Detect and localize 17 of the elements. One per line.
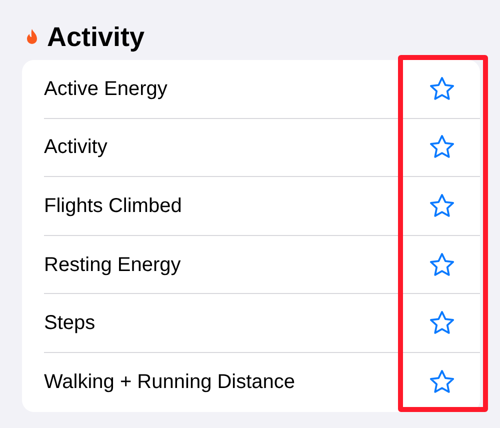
section-title: Activity	[47, 20, 145, 54]
list-row[interactable]: Flights Climbed	[22, 177, 480, 236]
row-label: Resting Energy	[44, 252, 182, 278]
row-label: Activity	[44, 135, 108, 160]
flame-icon	[25, 28, 39, 46]
row-label: Flights Climbed	[44, 194, 183, 219]
list-row[interactable]: Walking + Running Distance	[22, 352, 480, 412]
list-row[interactable]: Steps	[22, 294, 480, 353]
star-icon	[428, 250, 456, 279]
row-label: Active Energy	[44, 76, 168, 102]
list-row[interactable]: Activity	[22, 118, 480, 178]
list-row[interactable]: Active Energy	[22, 60, 480, 119]
star-icon	[428, 74, 456, 103]
row-label: Walking + Running Distance	[44, 370, 296, 396]
row-label: Steps	[44, 311, 96, 336]
star-icon	[428, 192, 456, 220]
list-row[interactable]: Resting Energy	[22, 236, 480, 294]
